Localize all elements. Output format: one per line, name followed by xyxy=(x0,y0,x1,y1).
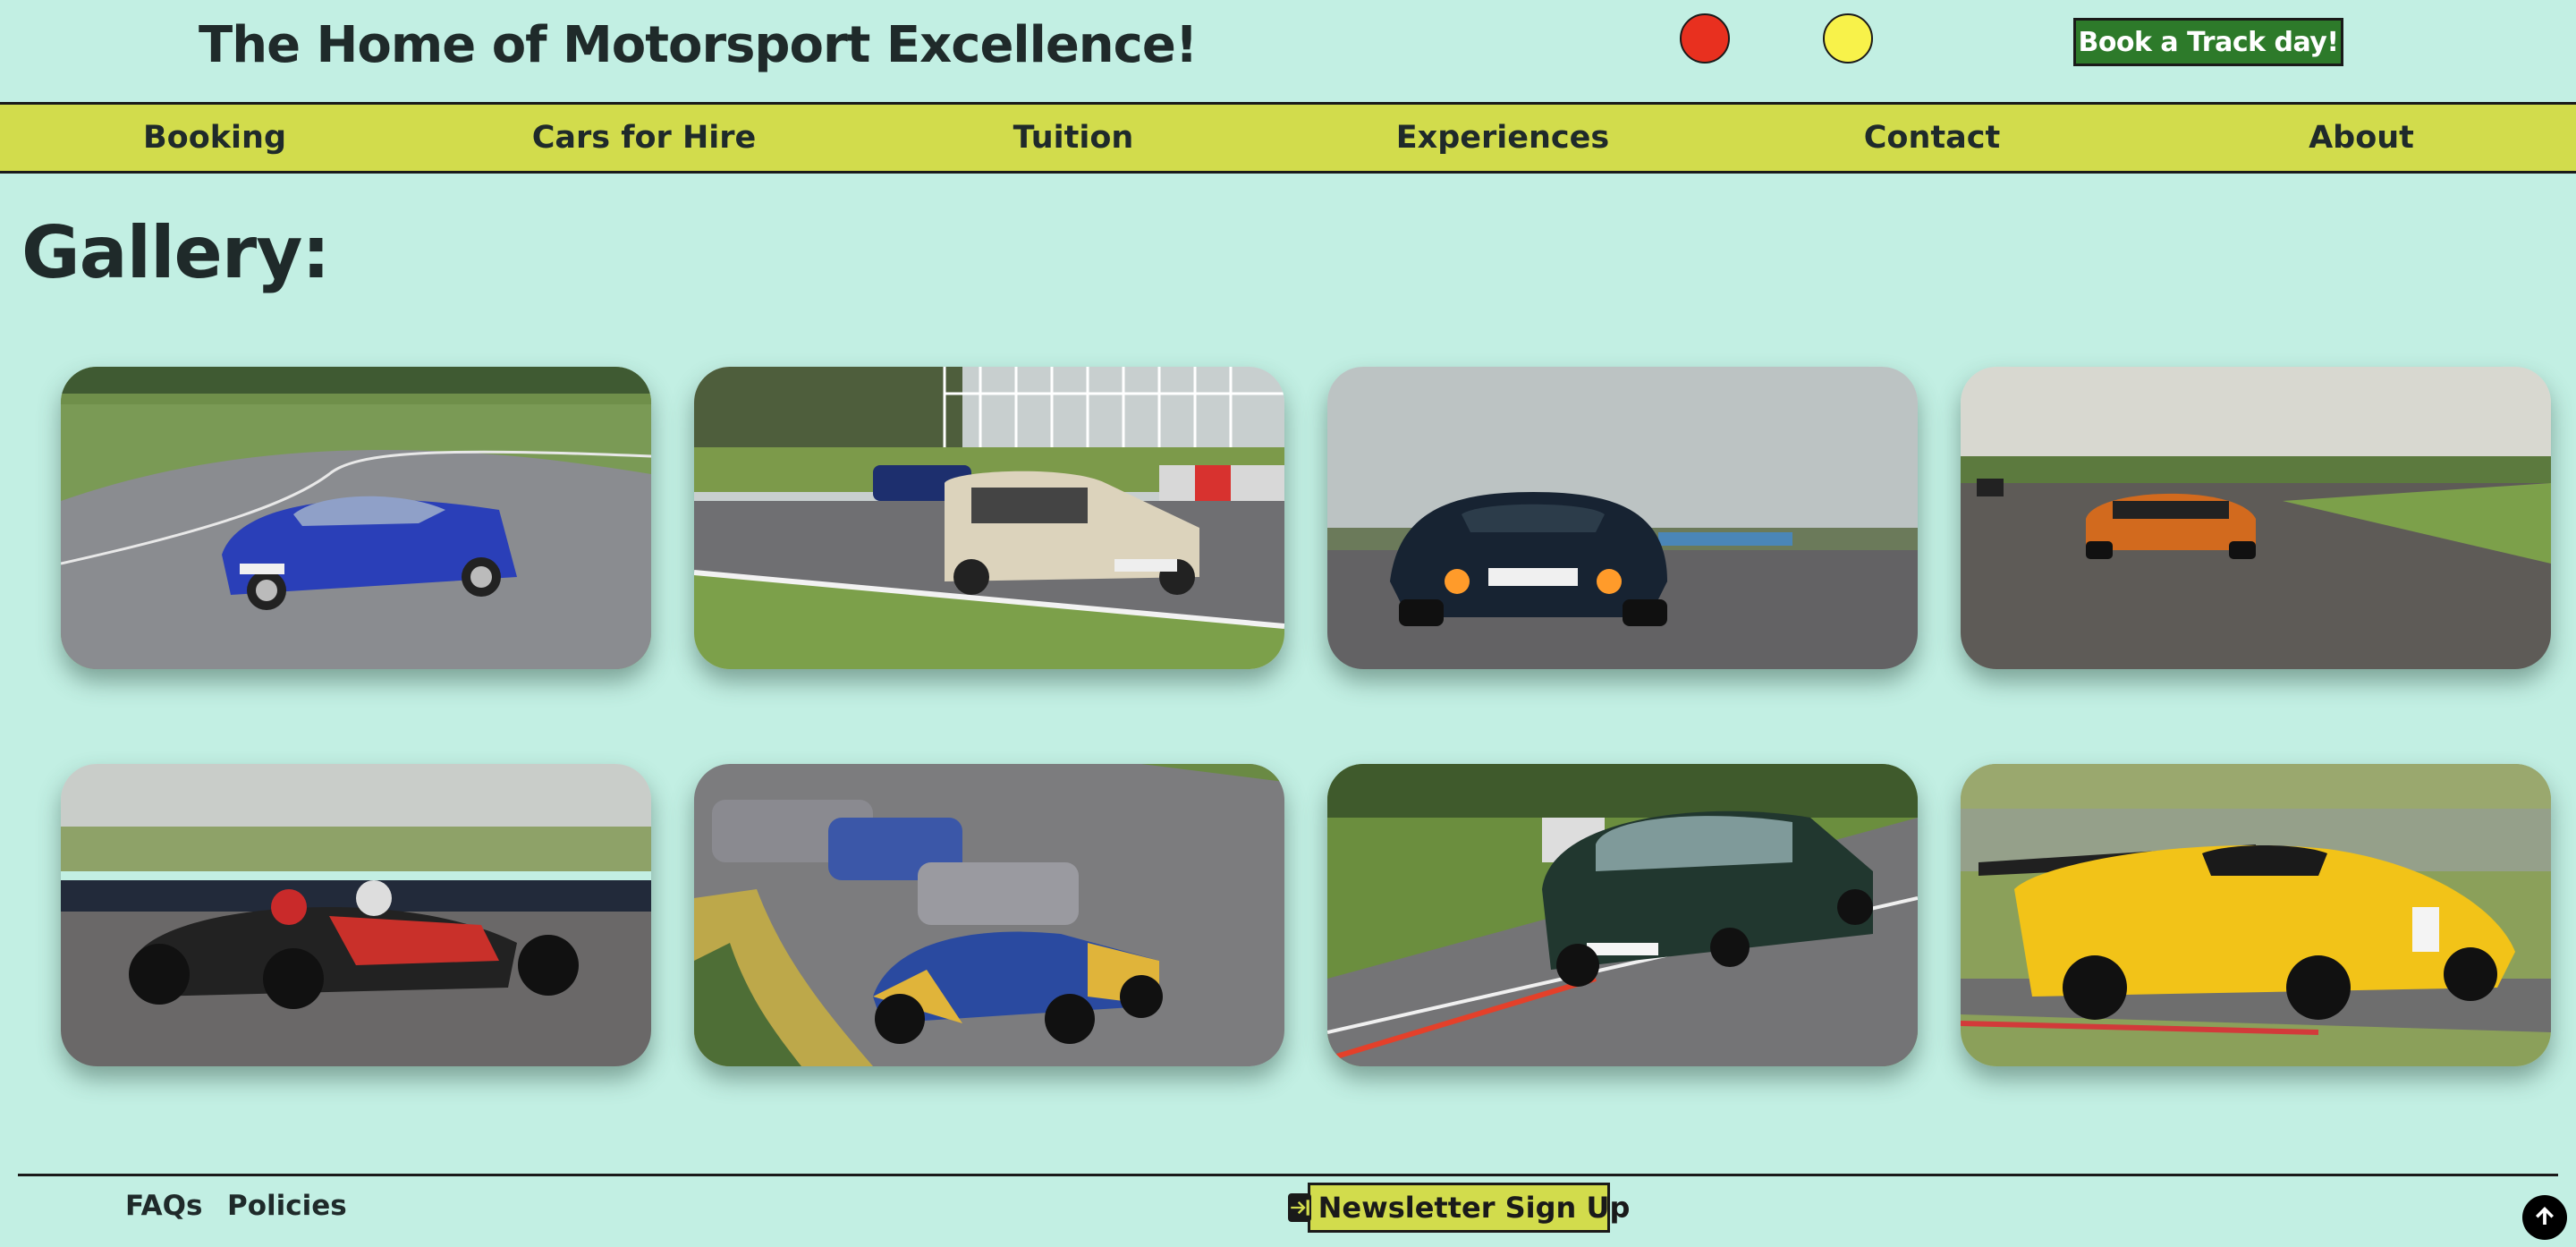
site-title: The Home of Motorsport Excellence! xyxy=(199,16,1198,74)
sign-in-icon xyxy=(1287,1193,1311,1222)
gallery-photo-lotus-exige-flames[interactable] xyxy=(1327,367,1918,669)
nav-item-experiences[interactable]: Experiences xyxy=(1288,105,1717,171)
newsletter-signup-button[interactable]: Newsletter Sign Up xyxy=(1287,1183,1630,1233)
back-to-top-button[interactable] xyxy=(2522,1195,2567,1240)
newsletter-label: Newsletter Sign Up xyxy=(1318,1191,1631,1225)
nav-item-booking[interactable]: Booking xyxy=(0,105,429,171)
page-title: Gallery: xyxy=(21,211,330,294)
book-track-day-button[interactable]: Book a Track day! xyxy=(2073,18,2343,66)
yellow-theme-dot[interactable] xyxy=(1823,13,1873,64)
footer-link-faqs[interactable]: FAQs xyxy=(125,1190,202,1222)
arrow-up-icon xyxy=(2531,1202,2558,1233)
site-header: The Home of Motorsport Excellence! Book … xyxy=(0,0,2576,102)
gallery-photo-blue-porsche-911[interactable] xyxy=(61,367,651,669)
nav-item-tuition[interactable]: Tuition xyxy=(859,105,1288,171)
footer-divider xyxy=(18,1174,2558,1176)
nav-item-cars-for-hire[interactable]: Cars for Hire xyxy=(429,105,859,171)
gallery-photo-caterham-seven-pack[interactable] xyxy=(694,764,1284,1066)
gallery-photo-yellow-ferrari-challenge[interactable] xyxy=(1961,764,2551,1066)
nav-item-contact[interactable]: Contact xyxy=(1717,105,2147,171)
gallery-photo-orange-mclaren[interactable] xyxy=(1961,367,2551,669)
main-nav: Booking Cars for Hire Tuition Experience… xyxy=(0,102,2576,174)
red-theme-dot[interactable] xyxy=(1680,13,1730,64)
gallery-photo-classic-mini-beige[interactable] xyxy=(694,367,1284,669)
nav-item-about[interactable]: About xyxy=(2147,105,2576,171)
gallery-photo-ariel-atom[interactable] xyxy=(61,764,651,1066)
footer-link-policies[interactable]: Policies xyxy=(227,1190,347,1222)
gallery-photo-green-mini-cooper[interactable] xyxy=(1327,764,1918,1066)
